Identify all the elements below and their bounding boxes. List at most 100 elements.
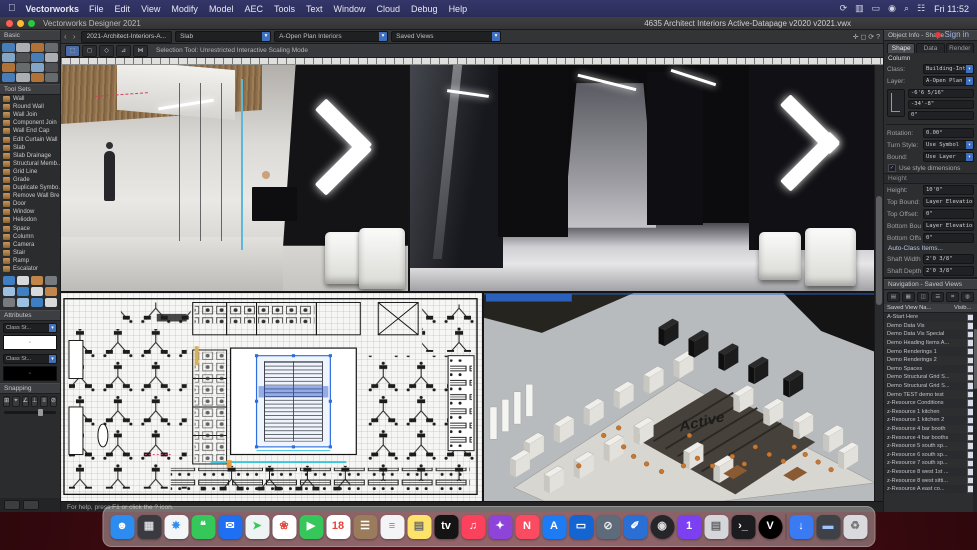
tool-item[interactable]: Column	[0, 233, 60, 241]
dock-icon-reminders[interactable]: ≡	[380, 514, 404, 539]
close-window-button[interactable]	[6, 19, 13, 27]
rotation-field[interactable]: 0.00°	[923, 128, 974, 138]
tool-item[interactable]: Component Join	[0, 119, 60, 127]
menu-item[interactable]: Tools	[274, 4, 295, 14]
tool-set-icon[interactable]	[3, 287, 15, 297]
dock-icon[interactable]	[785, 513, 786, 540]
tab-data[interactable]: Data	[916, 43, 945, 53]
tool-item[interactable]: Grid Line	[0, 168, 60, 176]
fill-color-swatch[interactable]: ◦	[3, 335, 57, 351]
dock-icon-maps[interactable]: ➤	[245, 514, 269, 539]
tool-item[interactable]: Window	[0, 208, 60, 216]
dock-icon-notes[interactable]: ▤	[407, 514, 431, 539]
dock-icon-contacts[interactable]: ☰	[353, 514, 377, 539]
menu-item[interactable]: Window	[334, 4, 366, 14]
dock-icon-dark-round-app[interactable]: ◉	[650, 514, 674, 539]
dock-icon-music[interactable]: ♫	[461, 514, 485, 539]
saved-view-row[interactable]: z-Resource 4 bar booth	[884, 425, 977, 434]
tab-shape[interactable]: Shape	[887, 43, 916, 53]
auto-class-button[interactable]: Auto-Class Items...	[884, 244, 977, 253]
tool-item[interactable]: Camera	[0, 241, 60, 249]
navigation-tab-icon[interactable]: ☰	[931, 292, 945, 302]
dock-icon-tv[interactable]: tv	[434, 514, 458, 539]
basic-palette-header[interactable]: Basic	[0, 30, 60, 41]
snap-toggle[interactable]: ⊥	[31, 396, 39, 408]
menu-app-name[interactable]: Vectorworks	[26, 4, 80, 14]
tool-item[interactable]: Wall Join	[0, 111, 60, 119]
tool-set-icon[interactable]	[31, 276, 43, 286]
saved-view-row[interactable]: Demo Structural Grid S...	[884, 381, 977, 391]
sign-in-link[interactable]: Sign in	[945, 30, 969, 39]
basic-tool-icon[interactable]	[16, 73, 30, 82]
tool-item[interactable]: Round Wall	[0, 103, 60, 111]
dock-icon-screens[interactable]: ▭	[569, 514, 593, 539]
minimize-window-button[interactable]	[17, 19, 24, 27]
basic-tool-icon[interactable]	[44, 63, 58, 72]
tool-item[interactable]: Ramp	[0, 257, 60, 265]
saved-view-row[interactable]: z-Resource 8 west sitti...	[884, 476, 977, 485]
basic-tool-icon[interactable]	[2, 73, 16, 82]
active-class-dropdown[interactable]: Slab	[175, 31, 272, 42]
tool-item[interactable]: Slab	[0, 144, 60, 152]
menu-item[interactable]: AEC	[244, 4, 263, 14]
saved-views-dropdown[interactable]: Saved Views	[391, 31, 502, 42]
tool-item[interactable]: Wall	[0, 95, 60, 103]
render-viewport-entry[interactable]	[61, 65, 408, 291]
dock-icon-mail[interactable]: ✉	[218, 514, 242, 539]
basic-tool-icon[interactable]	[30, 63, 44, 72]
tool-item[interactable]: Structural Memb...	[0, 160, 60, 168]
shaft-depth-field[interactable]: 2'0 3/8"	[923, 266, 974, 276]
tool-sets-header[interactable]: Tool Sets	[0, 84, 60, 95]
menubar-clock[interactable]: Fri 11:52	[934, 4, 969, 14]
tool-item[interactable]: Space	[0, 225, 60, 233]
dock-icon-messages[interactable]: ❝	[191, 514, 215, 539]
snap-toggle[interactable]: ∠	[21, 396, 30, 408]
basic-tool-icon[interactable]	[44, 43, 58, 52]
saved-view-row[interactable]: z-Resource 1 kitchen	[884, 408, 977, 417]
basic-tool-icon[interactable]	[2, 43, 16, 52]
basic-tool-icon[interactable]	[2, 63, 16, 72]
saved-view-row[interactable]: z-Resource 1 kitchen 2	[884, 416, 977, 425]
xyz-diagram-icon[interactable]	[887, 89, 905, 117]
dock-icon-app-store[interactable]: A	[542, 514, 566, 539]
dock-icon-podcasts[interactable]: ✦	[488, 514, 512, 539]
height-row-field[interactable]: 0"	[923, 233, 974, 243]
active-layer-dropdown[interactable]: A-Open Plan Interiors	[274, 31, 389, 42]
style-dropdown[interactable]: Use Symbol	[923, 140, 974, 150]
saved-view-row[interactable]: z-Resource 6 south sp...	[884, 450, 977, 460]
tool-set-icon[interactable]	[45, 298, 57, 308]
tool-item[interactable]: Edit Curtain Wall	[0, 135, 60, 143]
navigation-scrollbar[interactable]	[973, 313, 977, 512]
dock-icon-safari[interactable]: ✵	[164, 514, 188, 539]
mode-button[interactable]: ⋈	[133, 44, 148, 57]
height-row-field[interactable]: 10'0"	[923, 185, 974, 195]
saved-view-row[interactable]: z-Resource 7 south sp...	[884, 459, 977, 468]
saved-view-row[interactable]: Demo Renderings 2	[884, 356, 977, 365]
dock-icon-photos[interactable]: ❀	[272, 514, 296, 539]
basic-tool-icon[interactable]	[16, 43, 30, 52]
basic-tool-icon[interactable]	[44, 53, 58, 62]
menu-item[interactable]: Cloud	[377, 4, 401, 14]
attributes-header[interactable]: Attributes	[0, 310, 60, 322]
saved-view-row[interactable]: z-Resource 4 bar booths	[884, 433, 977, 442]
basic-tool-icon[interactable]	[44, 73, 58, 82]
mode-button[interactable]: ◇	[99, 44, 114, 57]
dock-icon-purple-app[interactable]: 1	[677, 514, 701, 539]
height-row-field[interactable]: Layer Elevation	[923, 221, 974, 231]
status-icon-user[interactable]: ◉	[888, 3, 896, 14]
dock-icon-news[interactable]: N	[515, 514, 539, 539]
tool-item[interactable]: Grade	[0, 176, 60, 184]
zoom-window-button[interactable]	[28, 19, 35, 27]
saved-view-row[interactable]: Demo TEST demo test	[884, 390, 977, 399]
navigation-tab-icon[interactable]: ⌗	[946, 292, 960, 302]
window-titlebar[interactable]: Vectorworks Designer 2021 4635 Architect…	[0, 17, 977, 30]
pen-color-swatch[interactable]: ◦	[3, 366, 57, 382]
tool-item[interactable]: Heliodon	[0, 216, 60, 224]
status-icon-battery[interactable]: ▭	[872, 3, 881, 14]
viewport-vertical-scrollbar[interactable]	[874, 65, 883, 501]
dock-icon-facetime[interactable]: ▶	[299, 514, 323, 539]
pen-style-dropdown[interactable]: Class St...	[3, 354, 57, 365]
menu-item[interactable]: Edit	[115, 4, 131, 14]
snapping-header[interactable]: Snapping	[0, 383, 60, 395]
saved-view-row[interactable]: A-Start Here	[884, 313, 977, 322]
